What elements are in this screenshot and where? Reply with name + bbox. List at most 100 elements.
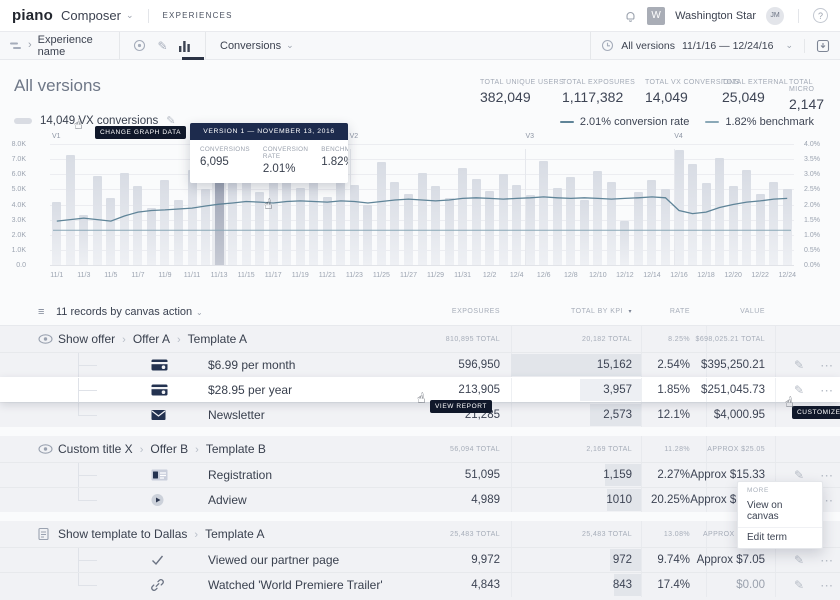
edit-pencil-icon[interactable]: ✎ <box>794 554 804 566</box>
record-group: Show template to Dallas›Template A25,483… <box>0 521 840 600</box>
group-exposures-total: 810,895 TOTAL <box>440 326 511 352</box>
tree-line <box>78 560 97 561</box>
y-axis-right-tick: 2.5% <box>804 186 820 193</box>
edit-pencil-icon[interactable]: ✎ <box>794 579 804 591</box>
breadcrumb-part[interactable]: Show template to Dallas <box>58 527 187 541</box>
table-row[interactable]: Viewed our partner page9,9729729.74%Appr… <box>0 547 840 572</box>
chevron-down-icon[interactable]: ⌄ <box>126 11 134 20</box>
pencil-icon[interactable]: ✎ <box>157 39 167 53</box>
bell-icon[interactable] <box>624 9 637 23</box>
piano-logo[interactable]: piano <box>12 7 53 24</box>
more-options-icon[interactable]: ⋯ <box>820 554 834 567</box>
row-kpi: 15,162 <box>511 353 641 377</box>
y-axis-right-tick: 1.5% <box>804 217 820 224</box>
total-text: 20,182 TOTAL <box>582 336 632 343</box>
tooltip-label: BENCHMARK <box>321 146 348 153</box>
row-exposures: 596,950 <box>440 353 511 377</box>
col-header-total-by-kpi[interactable]: TOTAL BY KPI ▾ <box>511 308 641 315</box>
total-text: 56,094 TOTAL <box>450 446 500 453</box>
customize-chip[interactable]: CUSTOMIZE <box>792 406 840 419</box>
row-name-cell: $28.95 per year <box>0 378 440 402</box>
group-header-row[interactable]: Custom title X›Offer B›Template B56,094 … <box>0 436 840 462</box>
more-options-icon[interactable]: ⋯ <box>820 579 834 592</box>
breadcrumb-separator-icon: › <box>194 529 198 541</box>
breadcrumb-separator-icon: › <box>140 444 144 456</box>
col-header-exposures[interactable]: EXPOSURES <box>440 308 511 315</box>
clock-icon <box>601 39 614 52</box>
x-axis-tick: 12/16 <box>670 272 688 279</box>
chevron-down-icon[interactable]: ⌄ <box>286 41 294 50</box>
check-icon <box>151 555 164 566</box>
tree-line <box>78 415 97 416</box>
table-row[interactable]: Adview4,989101020.25%Approx $12.05✎⋯ <box>0 487 840 512</box>
x-axis-tick: 11/1 <box>50 272 63 279</box>
breadcrumb-part[interactable]: Show offer <box>58 332 115 346</box>
records-selector[interactable]: 11 records by canvas action <box>56 306 192 318</box>
value-amount: Approx $7.05 <box>697 554 765 566</box>
chevron-down-icon[interactable]: ⌄ <box>196 308 203 317</box>
x-axis-tick: 11/17 <box>265 272 282 279</box>
target-icon[interactable] <box>133 39 146 52</box>
col-header-value[interactable]: VALUE <box>706 308 775 315</box>
table-row[interactable]: $6.99 per month596,95015,1622.54%$395,25… <box>0 352 840 377</box>
breadcrumb-part[interactable]: Template B <box>206 442 266 456</box>
export-icon[interactable] <box>816 39 830 53</box>
exposures-value: 4,989 <box>471 494 500 506</box>
legend-conversion-rate: 2.01% conversion rate <box>560 116 689 128</box>
more-options-icon[interactable]: ⋯ <box>820 384 834 397</box>
group-header-row[interactable]: Show offer›Offer A›Template A810,895 TOT… <box>0 326 840 352</box>
bar-chart-icon[interactable] <box>178 40 191 52</box>
tree-line <box>78 390 97 391</box>
tooltip-value: 2.01% <box>263 163 308 175</box>
user-avatar[interactable]: JM <box>766 7 784 25</box>
canvas-icon[interactable] <box>10 41 23 51</box>
breadcrumb-separator-icon: › <box>177 334 181 346</box>
col-header-rate[interactable]: RATE <box>641 308 706 315</box>
breadcrumb-part[interactable]: Custom title X <box>58 442 133 456</box>
y-axis-left-tick: 6.0K <box>12 171 26 178</box>
date-range[interactable]: 11/1/16 — 12/24/16 <box>682 40 773 52</box>
chart-plot[interactable]: 8.0K7.0K6.0K5.0K4.0K3.0K2.0K1.0K0.04.0%3… <box>50 144 794 265</box>
col-header-label: TOTAL BY KPI <box>571 308 623 315</box>
view-report-chip[interactable]: VIEW REPORT <box>430 400 492 413</box>
product-name[interactable]: Composer <box>61 8 121 23</box>
help-icon[interactable]: ? <box>813 8 828 23</box>
stat-label: TOTAL UNIQUE USERS <box>480 79 564 86</box>
breadcrumb: Show offer›Offer A›Template A <box>58 332 247 346</box>
hand-cursor: ☝ <box>73 117 84 132</box>
hand-cursor: ☝ <box>416 391 427 406</box>
tab-experiences[interactable]: EXPERIENCES <box>163 11 233 20</box>
y-axis-right-tick: 0.5% <box>804 247 820 254</box>
tree-line <box>78 488 79 500</box>
edit-pencil-icon[interactable]: ✎ <box>794 384 804 396</box>
template-icon <box>38 528 49 541</box>
total-text: 8.25% <box>668 336 690 343</box>
breadcrumb-part[interactable]: Offer A <box>133 332 170 346</box>
breadcrumb-part[interactable]: Offer B <box>150 442 188 456</box>
version-marker-label: V2 <box>350 133 359 140</box>
row-exposures: 9,972 <box>440 548 511 572</box>
workspace-name[interactable]: Washington Star <box>675 10 756 22</box>
x-axis-tick: 12/14 <box>643 272 661 279</box>
more-options-icon[interactable]: ⋯ <box>820 359 834 372</box>
menu-item-view-on-canvas[interactable]: View on canvas <box>738 496 822 527</box>
group-header-row[interactable]: Show template to Dallas›Template A25,483… <box>0 521 840 547</box>
table-row[interactable]: Registration51,0951,1592.27%Approx $15.3… <box>0 462 840 487</box>
chevron-right-icon: › <box>28 40 32 51</box>
versions-filter[interactable]: All versions <box>621 40 675 52</box>
table-row[interactable]: Watched 'World Premiere Trailer'4,843843… <box>0 572 840 597</box>
workspace-avatar[interactable]: W <box>647 7 665 25</box>
offer-icon <box>38 334 53 344</box>
breadcrumb-part[interactable]: Template A <box>205 527 264 541</box>
more-options-icon[interactable]: ⋯ <box>820 469 834 482</box>
view-selector[interactable]: Conversions <box>220 40 281 52</box>
experience-name[interactable]: Experience name <box>38 34 109 58</box>
kpi-value: 1,159 <box>603 469 632 481</box>
chevron-down-icon[interactable]: ⌄ <box>785 41 793 50</box>
change-graph-data-chip[interactable]: CHANGE GRAPH DATA <box>95 126 186 139</box>
breadcrumb-part[interactable]: Template A <box>188 332 247 346</box>
x-axis-tick: 11/7 <box>131 272 144 279</box>
edit-pencil-icon[interactable]: ✎ <box>794 359 804 371</box>
menu-item-edit-term[interactable]: Edit term <box>738 527 822 548</box>
edit-pencil-icon[interactable]: ✎ <box>794 469 804 481</box>
